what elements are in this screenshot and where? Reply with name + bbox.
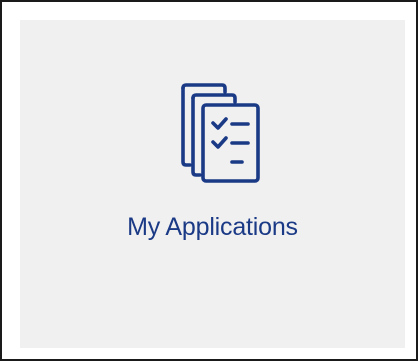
stacked-checklist-documents-icon [180, 82, 262, 184]
tile-label: My Applications [127, 213, 298, 241]
my-applications-tile[interactable]: My Applications [20, 20, 405, 348]
screenshot-frame: My Applications [0, 0, 418, 361]
